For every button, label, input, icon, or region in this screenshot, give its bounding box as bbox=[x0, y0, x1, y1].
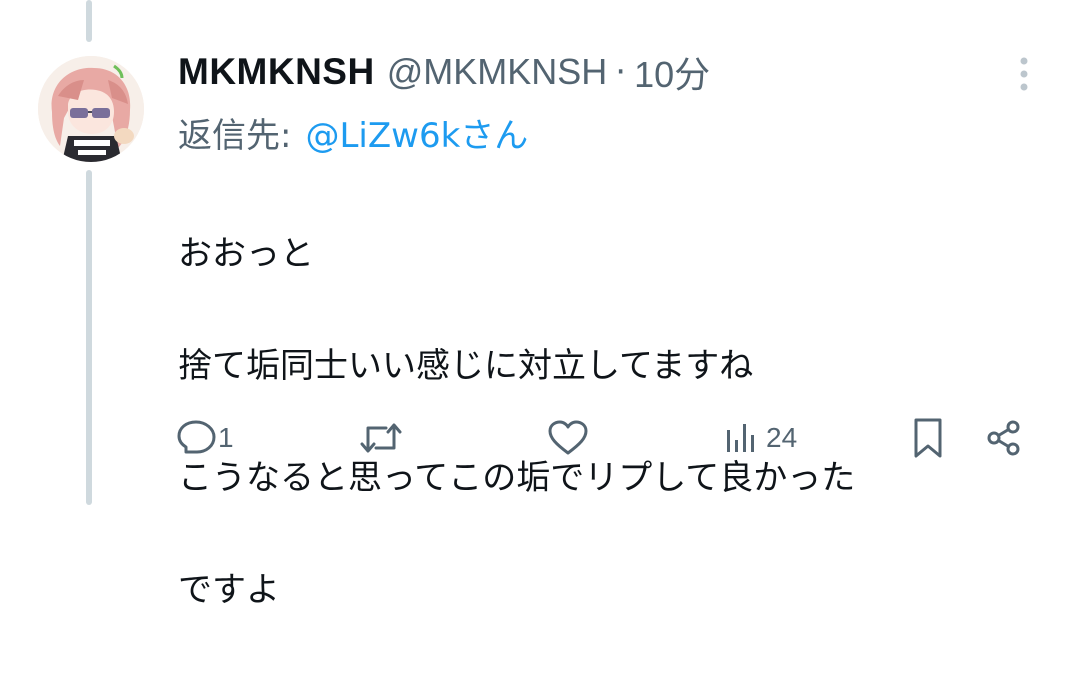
display-name[interactable]: MKMKNSH bbox=[178, 51, 375, 93]
tweet-text-line: 捨て垢同士いい感じに対立してますね bbox=[178, 346, 754, 386]
like-button[interactable] bbox=[546, 412, 590, 464]
reply-to-line: 返信先: @LiZw6kさん bbox=[178, 104, 1028, 160]
tweet-content: MKMKNSH @MKMKNSH · 10分 返信先: @LiZw6kさん おお… bbox=[178, 40, 1028, 674]
reply-button[interactable]: 1 bbox=[176, 412, 234, 464]
views-button[interactable]: 24 bbox=[722, 412, 797, 464]
header-separator: · bbox=[615, 52, 627, 92]
bar-chart-icon bbox=[727, 424, 754, 452]
retweet-button[interactable] bbox=[358, 412, 404, 464]
reply-to-mention[interactable]: @LiZw6kさん bbox=[305, 108, 528, 157]
reply-to-label: 返信先: bbox=[178, 115, 292, 156]
bookmark-icon bbox=[914, 418, 942, 458]
bookmark-button[interactable] bbox=[908, 412, 948, 464]
avatar-illustration bbox=[38, 56, 144, 162]
tweet-actions: 1 24 bbox=[0, 412, 1070, 464]
retweet-icon bbox=[360, 423, 402, 453]
share-button[interactable] bbox=[984, 412, 1024, 464]
tweet-text-line: おおっと bbox=[178, 234, 314, 274]
tweet-time[interactable]: 10分 bbox=[634, 46, 710, 98]
avatar[interactable] bbox=[38, 56, 144, 162]
share-icon bbox=[987, 420, 1020, 456]
reply-bubble-icon bbox=[177, 420, 216, 454]
user-handle[interactable]: @MKMKNSH bbox=[387, 51, 608, 93]
vertical-dots-icon[interactable] bbox=[1012, 56, 1036, 92]
heart-icon bbox=[548, 420, 588, 455]
views-count: 24 bbox=[766, 422, 798, 453]
tweet-text-line: ですよ bbox=[178, 570, 280, 610]
tweet-header: MKMKNSH @MKMKNSH · 10分 bbox=[178, 40, 1028, 104]
thread-line-top bbox=[86, 0, 92, 42]
reply-count: 1 bbox=[218, 422, 234, 453]
